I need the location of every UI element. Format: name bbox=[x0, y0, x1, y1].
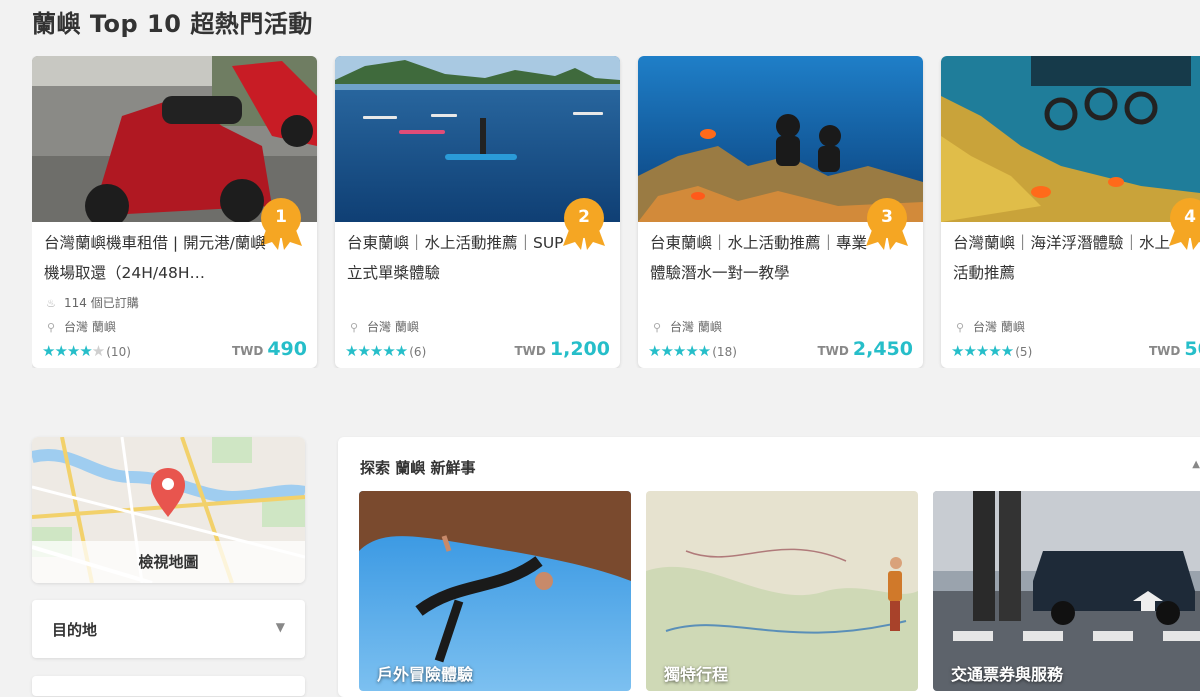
location-pin-icon: ⚲ bbox=[46, 321, 56, 334]
location-pin-icon: ⚲ bbox=[652, 321, 662, 334]
section-title: 蘭嶼 Top 10 超熱門活動 bbox=[32, 10, 313, 38]
price: TWD 2,450 bbox=[817, 338, 914, 360]
location-pin-icon: ⚲ bbox=[349, 321, 359, 334]
fire-icon: ♨ bbox=[46, 297, 56, 310]
explore-tile-transport[interactable]: 交通票券與服務 bbox=[933, 491, 1200, 691]
rank-number: 1 bbox=[275, 207, 287, 227]
activity-card[interactable]: 3 台東蘭嶼｜水上活動推薦｜專業體驗潛水一對一教學 ⚲ 台灣 蘭嶼 ★★★★★ (1… bbox=[638, 56, 923, 368]
activity-title[interactable]: 台東蘭嶼｜水上活動推薦｜專業體驗潛水一對一教學 bbox=[650, 228, 878, 288]
activity-title[interactable]: 台灣蘭嶼機車租借 | 開元港/蘭嶼機場取還（24H/48H… bbox=[44, 228, 272, 288]
tile-label: 戶外冒險體驗 bbox=[377, 665, 474, 684]
rating: ★★★★★ (10) bbox=[42, 342, 131, 360]
chevron-down-icon: ▼ bbox=[275, 620, 285, 634]
location: ⚲ 台灣 蘭嶼 bbox=[347, 318, 419, 335]
star-rating-icon: ★★★★★ bbox=[951, 342, 1014, 360]
activity-card[interactable]: 2 台東蘭嶼｜水上活動推薦｜SUP 立式單槳體驗 ⚲ 台灣 蘭嶼 ★★★★★ (6)… bbox=[335, 56, 620, 368]
rank-number: 3 bbox=[881, 207, 893, 227]
explore-tile-outdoor[interactable]: 戶外冒險體驗 bbox=[359, 491, 631, 691]
view-map-label: 檢視地圖 bbox=[32, 541, 305, 583]
location: ⚲ 台灣 蘭嶼 bbox=[44, 318, 116, 335]
location-pin-icon: ⚲ bbox=[955, 321, 965, 334]
destination-filter[interactable]: 目的地 ▼ bbox=[32, 600, 305, 658]
view-map-button[interactable]: 檢視地圖 bbox=[32, 437, 305, 583]
tile-label: 獨特行程 bbox=[664, 665, 729, 684]
location: ⚲ 台灣 蘭嶼 bbox=[953, 318, 1025, 335]
rating: ★★★★★ (6) bbox=[345, 342, 427, 360]
star-rating-icon: ★★★★★ bbox=[345, 342, 408, 360]
star-rating-icon: ★★★★★ bbox=[648, 342, 711, 360]
activity-card[interactable]: 1 台灣蘭嶼機車租借 | 開元港/蘭嶼機場取還（24H/48H… ♨ 114 個已… bbox=[32, 56, 317, 368]
collapse-arrow-icon[interactable]: ▲ bbox=[1192, 459, 1200, 470]
rating: ★★★★★ (5) bbox=[951, 342, 1033, 360]
explore-section: 探索 蘭嶼 新鮮事 ▲ 戶外冒險體驗 獨特行程 交通票券與服務 bbox=[338, 437, 1200, 697]
rating: ★★★★★ (18) bbox=[648, 342, 737, 360]
activity-title[interactable]: 台東蘭嶼｜水上活動推薦｜SUP 立式單槳體驗 bbox=[347, 228, 575, 288]
location: ⚲ 台灣 蘭嶼 bbox=[650, 318, 722, 335]
order-count: ♨ 114 個已訂購 bbox=[44, 294, 139, 311]
top-activities-row: 1 台灣蘭嶼機車租借 | 開元港/蘭嶼機場取還（24H/48H… ♨ 114 個已… bbox=[32, 56, 1200, 368]
activity-image-snorkeling bbox=[941, 56, 1200, 222]
rank-number: 4 bbox=[1184, 207, 1196, 227]
price: TWD 490 bbox=[231, 338, 307, 360]
next-filter-box[interactable] bbox=[32, 676, 305, 696]
tile-label: 交通票券與服務 bbox=[951, 665, 1064, 684]
rank-number: 2 bbox=[578, 207, 590, 227]
activity-title[interactable]: 台灣蘭嶼｜海洋浮潛體驗｜水上活動推薦 bbox=[953, 228, 1181, 288]
activity-card[interactable]: 4 台灣蘭嶼｜海洋浮潛體驗｜水上活動推薦 ⚲ 台灣 蘭嶼 ★★★★★ (5) TWD… bbox=[941, 56, 1200, 368]
destination-label: 目的地 bbox=[52, 621, 98, 639]
price: TWD50 bbox=[1149, 338, 1200, 360]
star-rating-icon: ★★★★★ bbox=[42, 342, 105, 360]
explore-title: 探索 蘭嶼 新鮮事 bbox=[360, 459, 476, 477]
price: TWD 1,200 bbox=[514, 338, 611, 360]
explore-tile-unique[interactable]: 獨特行程 bbox=[646, 491, 918, 691]
